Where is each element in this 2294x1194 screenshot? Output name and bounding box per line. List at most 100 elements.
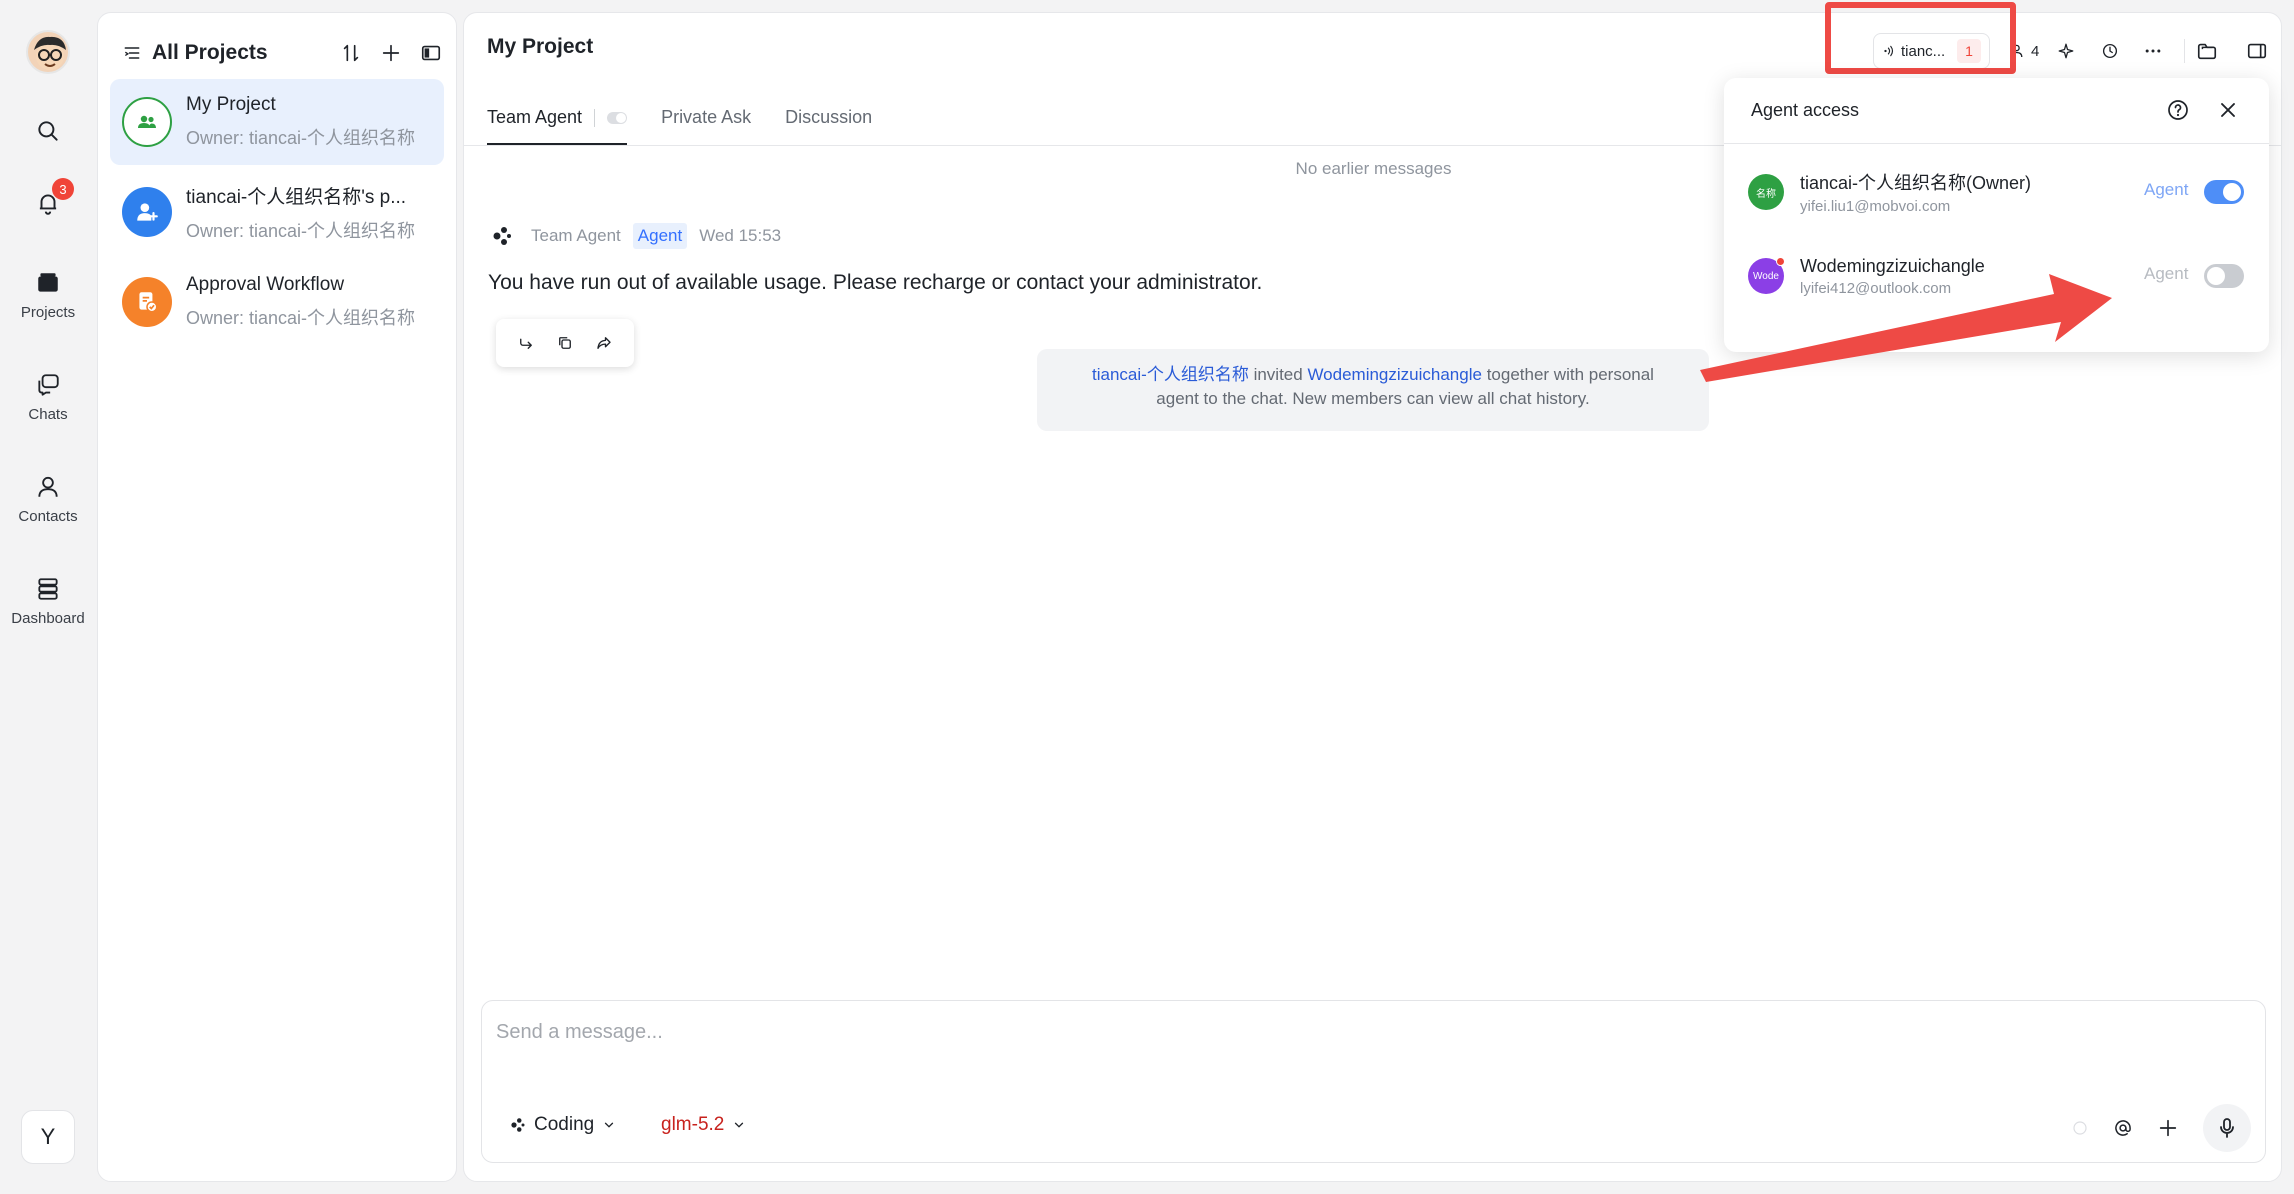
team-agent-toggle[interactable] — [607, 112, 628, 124]
list-filter-icon[interactable] — [122, 43, 142, 63]
left-rail: 3 Projects Chats Contacts Dashboard Y — [0, 0, 96, 1194]
project-owner: Owner: tiancai-个人组织名称 — [186, 220, 416, 241]
message-sender: Team Agent — [531, 226, 621, 245]
chevron-down-icon — [605, 1122, 614, 1128]
plus-icon[interactable] — [380, 42, 402, 64]
sort-icon[interactable] — [340, 42, 362, 64]
projects-header: All Projects — [122, 35, 442, 71]
members-count: 4 — [2031, 42, 2040, 60]
database-icon — [38, 578, 58, 600]
agent-access-switch-owner[interactable] — [2204, 180, 2244, 204]
folder-open-icon — [2197, 43, 2217, 60]
panel-toggle-button[interactable] — [2246, 33, 2268, 69]
message-input[interactable] — [496, 1021, 1996, 1044]
add-user-icon — [122, 187, 172, 237]
copy-icon[interactable] — [556, 334, 574, 352]
message-text: You have run out of available usage. Ple… — [488, 271, 1263, 294]
project-item-personal[interactable]: tiancai-个人组织名称's p... Owner: tiancai-个人组… — [110, 169, 444, 255]
project-name: My Project — [186, 94, 276, 115]
plus-icon[interactable] — [2157, 1117, 2179, 1139]
model-selector[interactable]: glm-5.2 — [661, 1114, 746, 1136]
team-icon — [122, 97, 172, 147]
voice-button[interactable] — [2203, 1104, 2251, 1152]
rail-item-dashboard[interactable]: Dashboard — [0, 576, 96, 627]
chevron-down-icon — [735, 1122, 744, 1128]
system-text: agent to the chat. New members can view … — [1156, 389, 1590, 408]
highlight-box — [1825, 2, 2016, 74]
reply-icon[interactable] — [517, 334, 535, 352]
toolbar-divider — [2184, 39, 2185, 63]
project-owner: Owner: tiancai-个人组织名称 — [186, 308, 416, 328]
switch-knob — [2223, 183, 2241, 201]
chat-icon — [38, 374, 59, 396]
project-item-my-project[interactable]: My Project Owner: tiancai-个人组织名称 — [110, 79, 444, 165]
member-avatar-text: Wode — [1753, 270, 1779, 282]
mode-label: Coding — [534, 1114, 595, 1135]
message-time: Wed 15:53 — [699, 226, 782, 245]
agent-logo-icon — [493, 227, 511, 245]
project-item-approval-workflow[interactable]: Approval Workflow Owner: tiancai-个人组织名称 — [110, 259, 444, 345]
model-label: glm-5.2 — [661, 1114, 725, 1135]
message-actions — [496, 319, 634, 367]
project-owner: Owner: tiancai-个人组织名称 — [186, 128, 416, 148]
tab-label: Team Agent — [487, 107, 583, 127]
clock-icon — [2102, 43, 2118, 59]
online-dot — [1776, 257, 1785, 266]
microphone-icon — [2220, 1118, 2234, 1138]
notifications-button[interactable] — [0, 190, 96, 216]
app-avatar[interactable] — [26, 30, 70, 74]
notification-badge: 3 — [52, 178, 74, 200]
agent-label: Agent — [2144, 264, 2189, 283]
popover-title: Agent access — [1751, 100, 1860, 120]
page-title: My Project — [487, 35, 594, 58]
project-name: tiancai-个人组织名称's p... — [186, 186, 407, 208]
side-panel-icon — [2247, 43, 2267, 59]
rail-item-projects[interactable]: Projects — [0, 270, 96, 321]
message-header: Team Agent Agent Wed 15:53 — [489, 223, 781, 249]
rail-item-chats[interactable]: Chats — [0, 372, 96, 423]
inviter-link[interactable]: tiancai-个人组织名称 — [1092, 365, 1249, 384]
ai-sparkle-button[interactable] — [2057, 33, 2075, 69]
switch-knob — [2207, 267, 2225, 285]
system-notice: tiancai-个人组织名称 invited Wodemingzizuichan… — [1037, 349, 1709, 431]
tab-discussion[interactable]: Discussion — [785, 93, 872, 145]
project-name: Approval Workflow — [186, 274, 345, 295]
member-email: lyifei412@outlook.com — [1800, 279, 1952, 297]
mode-selector[interactable]: Coding — [508, 1114, 616, 1136]
close-icon[interactable] — [2216, 98, 2240, 122]
search-icon — [38, 121, 58, 141]
sidebar-toggle-icon[interactable] — [420, 42, 442, 64]
history-button[interactable] — [2101, 33, 2119, 69]
rail-label: Projects — [20, 304, 76, 321]
popover-divider — [1724, 143, 2269, 144]
message-composer: Coding glm-5.2 — [481, 1000, 2266, 1163]
help-icon[interactable] — [2166, 98, 2190, 122]
tab-label: Private Ask — [661, 107, 752, 127]
mention-icon[interactable] — [2113, 1118, 2133, 1138]
projects-title: All Projects — [152, 41, 268, 64]
member-email: yifei.liu1@mobvoi.com — [1800, 198, 1951, 215]
tab-label: Discussion — [785, 107, 873, 127]
rail-label: Contacts — [18, 508, 78, 525]
more-icon — [2145, 49, 2161, 53]
invitee-link[interactable]: Wodemingzizuichangle — [1307, 365, 1482, 384]
agent-access-switch-member[interactable] — [2204, 264, 2244, 288]
member-avatar: 名称 — [1748, 174, 1784, 210]
rail-item-contacts[interactable]: Contacts — [0, 474, 96, 525]
folder-icon — [38, 273, 58, 292]
share-icon[interactable] — [595, 334, 613, 352]
tab-team-agent[interactable]: Team Agent — [487, 93, 628, 145]
member-name: tiancai-个人组织名称(Owner) — [1800, 173, 2032, 193]
more-button[interactable] — [2143, 33, 2163, 69]
person-icon — [38, 476, 58, 497]
agent-label: Agent — [2144, 180, 2189, 199]
sparkle-icon — [2058, 43, 2074, 59]
agent-access-popover: Agent access 名称 tiancai-个人组织名称(Owner) yi… — [1724, 78, 2269, 352]
tab-private-ask[interactable]: Private Ask — [661, 93, 751, 145]
chat-tabs: Team Agent Private Ask Discussion — [487, 93, 872, 145]
member-name: Wodemingzizuichangle — [1800, 255, 1985, 276]
files-button[interactable] — [2196, 33, 2218, 69]
user-avatar-button[interactable]: Y — [21, 1110, 75, 1164]
tab-divider — [594, 109, 596, 127]
search-button[interactable] — [0, 118, 96, 144]
